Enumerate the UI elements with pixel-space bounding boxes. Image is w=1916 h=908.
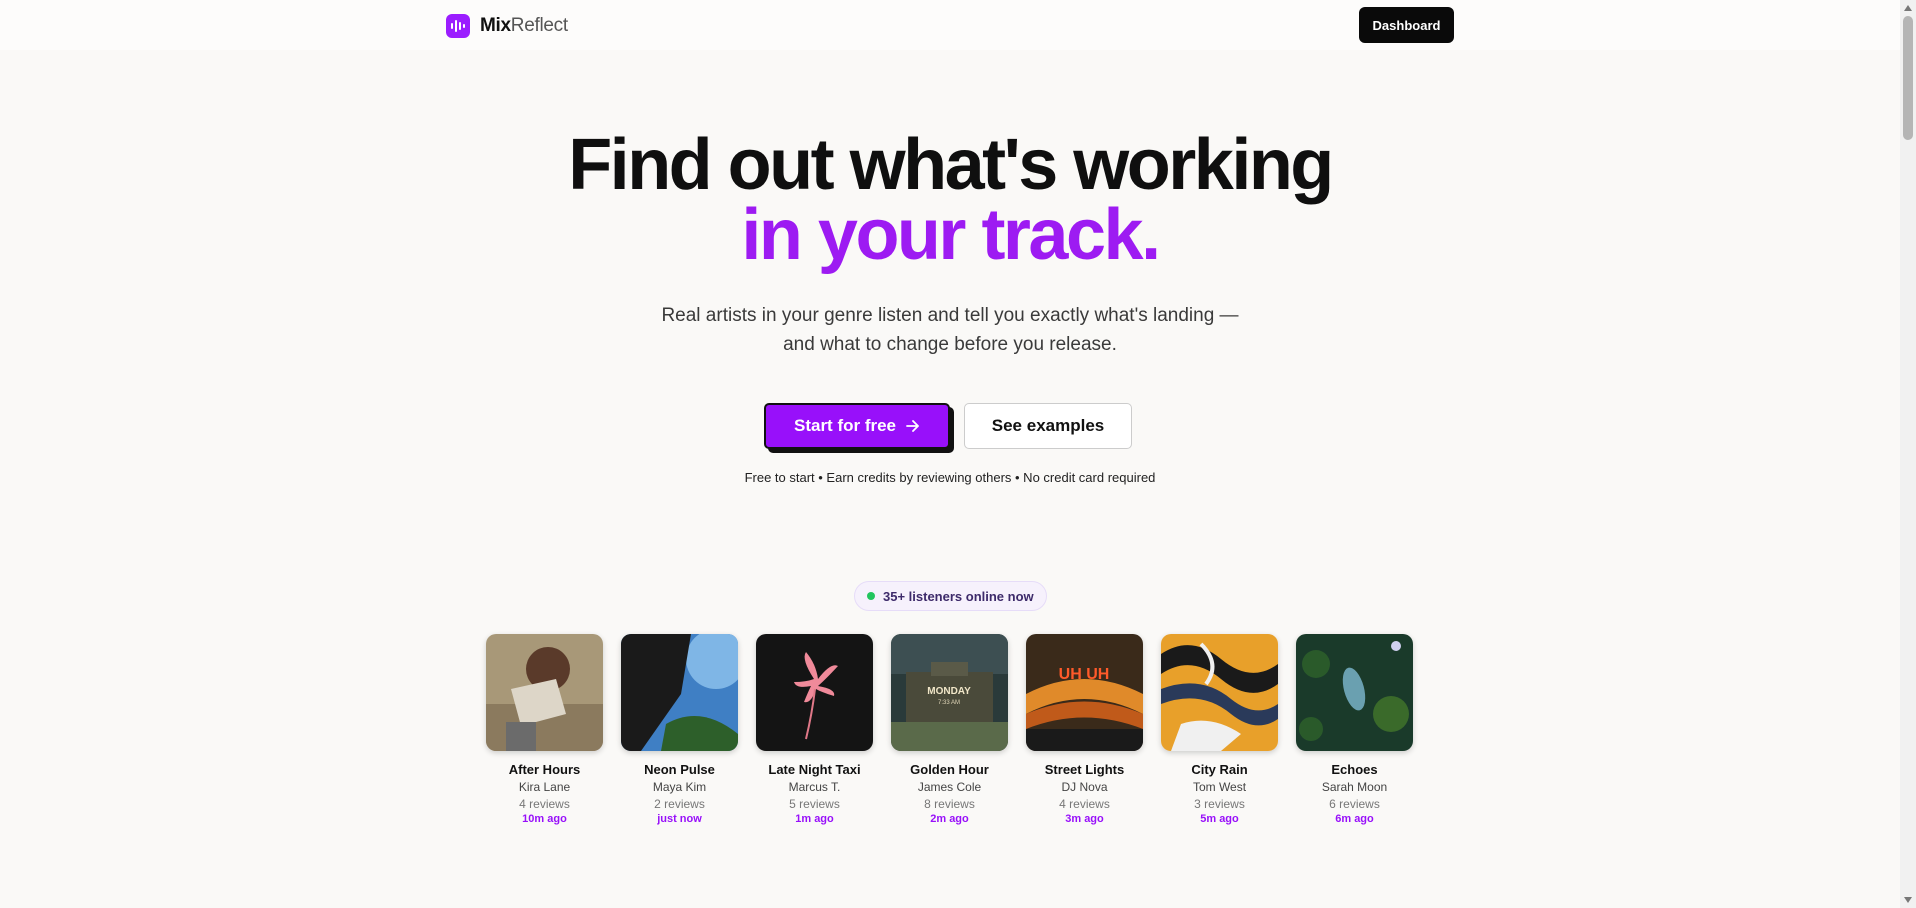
track-card[interactable]: MONDAY 7:33 AM Golden Hour James Cole 8 …	[891, 634, 1008, 825]
hero-headline: Find out what's working in your track.	[0, 125, 1900, 275]
album-cover: UH UH	[1026, 634, 1143, 751]
track-time: 6m ago	[1335, 813, 1374, 825]
track-title: City Rain	[1191, 762, 1248, 777]
dashboard-button[interactable]: Dashboard	[1359, 7, 1454, 43]
track-card[interactable]: City Rain Tom West 3 reviews 5m ago	[1161, 634, 1278, 825]
track-card[interactable]: UH UH Street Lights DJ Nova 4 reviews 3m…	[1026, 634, 1143, 825]
track-artist: Marcus T.	[788, 780, 841, 794]
track-time: 1m ago	[795, 813, 834, 825]
hero-subtitle: Real artists in your genre listen and te…	[650, 301, 1250, 359]
track-title: After Hours	[508, 762, 581, 777]
start-for-free-button[interactable]: Start for free	[764, 403, 950, 449]
recent-tracks-row: After Hours Kira Lane 4 reviews 10m ago …	[486, 634, 1413, 825]
scroll-down-arrow-icon[interactable]	[1904, 897, 1912, 903]
subtitle-line-1: Real artists in your genre listen and te…	[661, 305, 1239, 326]
track-title: Echoes	[1331, 762, 1378, 777]
site-header: MixReflect Dashboard	[0, 0, 1900, 50]
track-time: 5m ago	[1200, 813, 1239, 825]
cover-text-monday: MONDAY	[927, 686, 971, 697]
track-title: Neon Pulse	[644, 762, 715, 777]
see-examples-button[interactable]: See examples	[964, 403, 1132, 449]
album-cover	[621, 634, 738, 751]
track-reviews: 4 reviews	[1059, 797, 1110, 811]
track-card[interactable]: Echoes Sarah Moon 6 reviews 6m ago	[1296, 634, 1413, 825]
track-artist: Tom West	[1192, 780, 1247, 794]
track-artist: James Cole	[917, 780, 982, 794]
track-reviews: 3 reviews	[1194, 797, 1245, 811]
track-reviews: 2 reviews	[654, 797, 705, 811]
track-reviews: 5 reviews	[789, 797, 840, 811]
headline-line-1: Find out what's working	[568, 125, 1334, 205]
logo[interactable]: MixReflect	[446, 14, 568, 38]
track-reviews: 6 reviews	[1329, 797, 1380, 811]
track-title: Street Lights	[1044, 762, 1125, 777]
track-card[interactable]: After Hours Kira Lane 4 reviews 10m ago	[486, 634, 603, 825]
waveform-icon	[446, 14, 470, 38]
cover-text-time: 7:33 AM	[938, 700, 960, 706]
cta-row: Start for free See examples	[764, 403, 1132, 449]
track-card[interactable]: Late Night Taxi Marcus T. 5 reviews 1m a…	[756, 634, 873, 825]
album-cover	[486, 634, 603, 751]
logo-wordmark: MixReflect	[480, 15, 568, 37]
track-title: Golden Hour	[910, 762, 989, 777]
listeners-online-label: 35+ listeners online now	[883, 588, 1034, 604]
album-cover: MONDAY 7:33 AM	[891, 634, 1008, 751]
cover-text-uh-uh: UH UH	[1059, 666, 1110, 683]
arrow-right-icon	[906, 420, 919, 432]
scroll-up-arrow-icon[interactable]	[1904, 5, 1912, 11]
track-title: Late Night Taxi	[768, 762, 861, 777]
album-cover	[756, 634, 873, 751]
track-reviews: 8 reviews	[924, 797, 975, 811]
track-artist: Kira Lane	[518, 780, 571, 794]
logo-mix-text: Mix	[480, 15, 511, 36]
vertical-scrollbar[interactable]	[1900, 0, 1916, 908]
listeners-online-badge: 35+ listeners online now	[854, 581, 1047, 611]
track-time: 3m ago	[1065, 813, 1104, 825]
track-time: just now	[657, 813, 702, 825]
start-for-free-label: Start for free	[793, 416, 897, 435]
album-cover	[1161, 634, 1278, 751]
logo-reflect-text: Reflect	[510, 15, 568, 36]
track-artist: DJ Nova	[1061, 780, 1108, 794]
track-artist: Sarah Moon	[1321, 780, 1388, 794]
online-status-dot	[867, 592, 875, 600]
track-time: 2m ago	[930, 813, 969, 825]
track-card[interactable]: Neon Pulse Maya Kim 2 reviews just now	[621, 634, 738, 825]
subtitle-line-2: and what to change before you release.	[783, 334, 1117, 355]
track-time: 10m ago	[522, 813, 567, 825]
headline-line-2: in your track.	[741, 195, 1161, 275]
scrollbar-thumb[interactable]	[1903, 16, 1913, 140]
track-artist: Maya Kim	[652, 780, 707, 794]
album-cover	[1296, 634, 1413, 751]
fine-print: Free to start • Earn credits by reviewin…	[744, 470, 1156, 485]
track-reviews: 4 reviews	[519, 797, 570, 811]
